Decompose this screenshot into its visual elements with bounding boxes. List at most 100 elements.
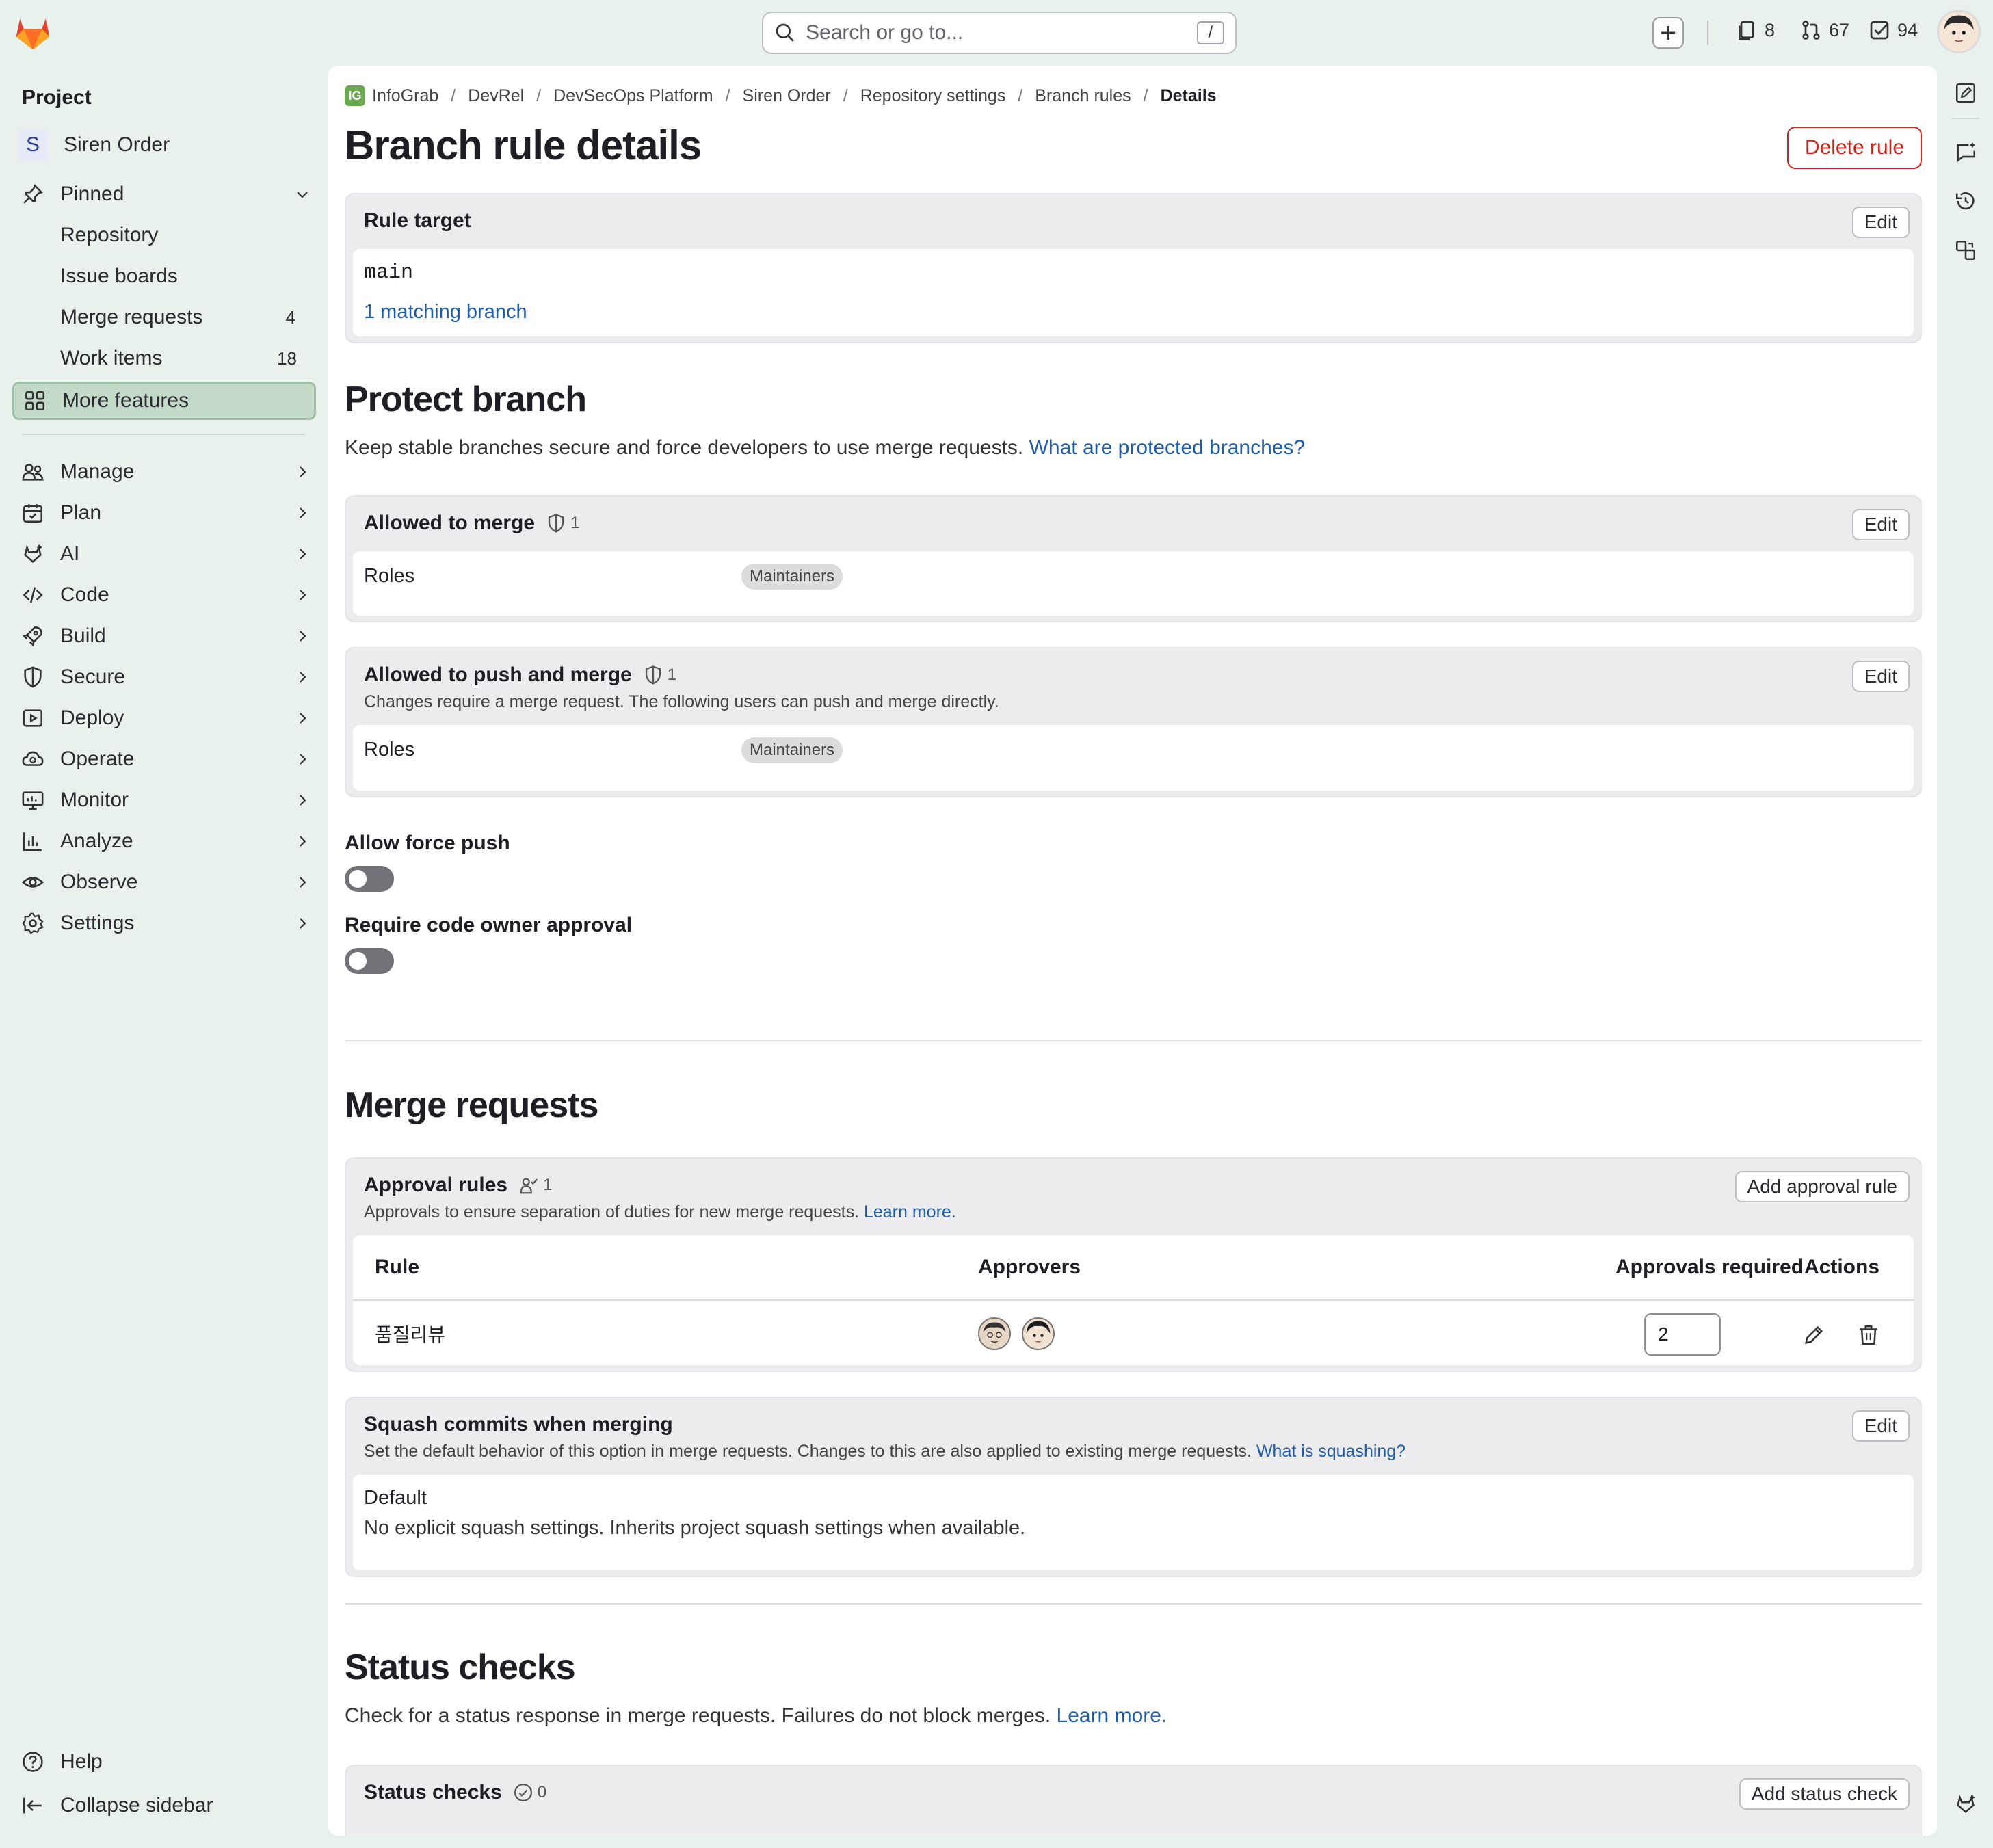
sidebar-item-ai[interactable]: AI [12,535,316,573]
force-push-toggle[interactable] [345,866,394,892]
plus-icon [1661,26,1675,40]
allowed-to-merge-edit-button[interactable]: Edit [1851,509,1910,540]
create-new-button[interactable] [1652,17,1684,49]
sidebar-item-label: Analyze [60,830,133,852]
sidebar-item-observe[interactable]: Observe [12,863,316,901]
sidebar-item-settings[interactable]: Settings [12,904,316,942]
sidebar-item-label: Issue boards [60,265,178,287]
sidebar-item-work-items[interactable]: Work items 18 [60,339,316,378]
breadcrumb-item[interactable]: InfoGrab [372,86,438,106]
protect-branch-heading: Protect branch [345,380,587,419]
sidebar-item-deploy[interactable]: Deploy [12,699,316,737]
sidebar-item-more-features[interactable]: More features [12,382,316,420]
card-title-text: Allowed to push and merge [364,663,632,686]
sidebar-item-monitor[interactable]: Monitor [12,781,316,819]
status-checks-count: 0 [513,1782,546,1803]
compare-button[interactable] [1951,235,1981,265]
count-value: 1 [667,665,677,684]
user-avatar[interactable] [1937,10,1981,53]
duo-chat-button[interactable] [1951,137,1981,167]
merge-requests-heading: Merge requests [345,1085,598,1125]
breadcrumb: IG InfoGrab / DevRel / DevSecOps Platform /… [345,82,1217,109]
status-checks-learn-more-link[interactable]: Learn more. [1057,1704,1167,1727]
approval-icon [520,1178,538,1194]
sidebar-collapse-button[interactable]: Collapse sidebar [12,1786,316,1825]
sidebar-item-analyze[interactable]: Analyze [12,822,316,860]
history-button[interactable] [1951,186,1981,216]
chevron-right-icon [300,672,306,683]
breadcrumb-item[interactable]: Siren Order [743,86,831,106]
column-header-rule: Rule [375,1256,420,1278]
code-owner-toggle[interactable] [345,948,394,974]
sidebar-item-code[interactable]: Code [12,576,316,614]
delete-rule-button[interactable]: Delete rule [1786,127,1922,169]
breadcrumb-item[interactable]: DevRel [468,86,524,106]
description-text: Set the default behavior of this option … [364,1442,1252,1461]
todo-check-icon [1870,21,1889,40]
role-badge: Maintainers [741,737,843,763]
sidebar-item-label: Operate [60,748,135,770]
chevron-down-icon [297,192,308,198]
description-text: Keep stable branches secure and force de… [345,436,1024,459]
approver-avatar[interactable] [978,1317,1011,1350]
merge-request-icon [1802,21,1820,40]
shield-icon [24,666,42,688]
delete-approval-rule-button[interactable] [1855,1321,1882,1349]
approvals-required-input[interactable]: 2 [1644,1313,1721,1356]
gear-icon [22,912,44,934]
add-approval-rule-button[interactable]: Add approval rule [1734,1171,1910,1202]
sidebar-item-build[interactable]: Build [12,617,316,655]
add-status-check-button[interactable]: Add status check [1739,1778,1910,1810]
sidebar-item-secure[interactable]: Secure [12,658,316,696]
breadcrumb-item[interactable]: Repository settings [860,86,1006,106]
card-title-text: Allowed to merge [364,512,536,534]
search-input[interactable]: Search or go to... / [762,12,1237,54]
matching-branches-link[interactable]: 1 matching branch [364,301,527,324]
approver-avatar[interactable] [1022,1317,1055,1350]
rule-target-edit-button[interactable]: Edit [1851,207,1910,238]
force-push-label: Allow force push [345,832,510,854]
issues-count-button[interactable]: 8 [1736,19,1775,41]
group-avatar: IG [345,85,365,106]
sidebar-item-repository[interactable]: Repository [60,216,316,254]
duo-button[interactable] [1951,1789,1981,1819]
breadcrumb-item[interactable]: Branch rules [1035,86,1131,106]
merge-requests-count-button[interactable]: 67 [1800,19,1849,41]
table-divider [353,1299,1914,1301]
calendar-icon [23,504,43,523]
approval-rules-learn-more-link[interactable]: Learn more. [864,1202,956,1222]
top-bar: Search or go to... / 8 67 94 [0,0,1993,66]
project-avatar: S [17,129,49,161]
sidebar-item-merge-requests[interactable]: Merge requests 4 [60,298,316,336]
what-is-squashing-link[interactable]: What is squashing? [1256,1442,1405,1461]
sidebar-item-label: Observe [60,871,138,893]
allowed-count: 1 [643,665,676,685]
rail-divider [1952,118,1979,119]
chevron-right-icon [300,918,306,929]
sidebar-item-issue-boards[interactable]: Issue boards [60,257,316,295]
todos-count-button[interactable]: 94 [1869,19,1918,41]
allowed-to-push-edit-button[interactable]: Edit [1851,661,1910,692]
gitlab-logo-icon[interactable] [12,12,53,53]
chat-sparkle-icon [1957,142,1976,163]
sidebar-help-link[interactable]: Help [12,1743,316,1781]
squash-commits-edit-button[interactable]: Edit [1851,1410,1910,1442]
issues-icon [1739,21,1754,40]
chevron-right-icon [300,466,306,477]
approval-rule-name: 품질리뷰 [375,1324,446,1345]
sidebar-pinned-toggle[interactable]: Pinned [12,175,316,213]
code-icon [23,587,43,603]
allowed-to-push-description: Changes require a merge request. The fol… [364,692,999,711]
edit-page-button[interactable] [1951,78,1981,108]
chevron-right-icon [300,590,306,600]
sidebar-item-operate[interactable]: Operate [12,740,316,778]
check-circle-icon [514,1784,532,1801]
roles-label: Roles [364,739,415,761]
edit-approval-rule-button[interactable] [1800,1321,1827,1349]
sidebar-project-link[interactable]: S Siren Order [12,126,316,164]
sidebar-item-manage[interactable]: Manage [12,453,316,491]
sidebar-item-plan[interactable]: Plan [12,494,316,532]
breadcrumb-item[interactable]: DevSecOps Platform [553,86,713,106]
protected-branches-help-link[interactable]: What are protected branches? [1029,436,1306,459]
sidebar-item-label: Settings [60,912,135,934]
